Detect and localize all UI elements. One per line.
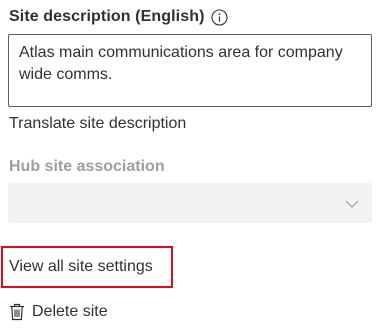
site-description-value: Atlas main communications area for compa… [19, 44, 343, 83]
trash-icon [9, 303, 25, 321]
site-description-label-row: Site description (English) [9, 6, 228, 28]
site-description-textarea[interactable]: Atlas main communications area for compa… [8, 34, 372, 107]
view-all-site-settings-link[interactable]: View all site settings [1, 246, 173, 288]
site-description-label: Site description (English) [9, 8, 205, 25]
site-information-panel: Site description (English) Atlas main co… [0, 0, 384, 332]
delete-site-button[interactable]: Delete site [9, 301, 108, 323]
view-all-site-settings-label: View all site settings [9, 258, 153, 275]
translate-site-description-link[interactable]: Translate site description [9, 113, 186, 135]
hub-site-association-dropdown[interactable] [8, 183, 372, 223]
info-icon[interactable] [210, 8, 228, 26]
delete-site-label: Delete site [32, 303, 108, 320]
hub-site-association-label: Hub site association [9, 158, 165, 175]
chevron-down-icon [344, 196, 360, 212]
